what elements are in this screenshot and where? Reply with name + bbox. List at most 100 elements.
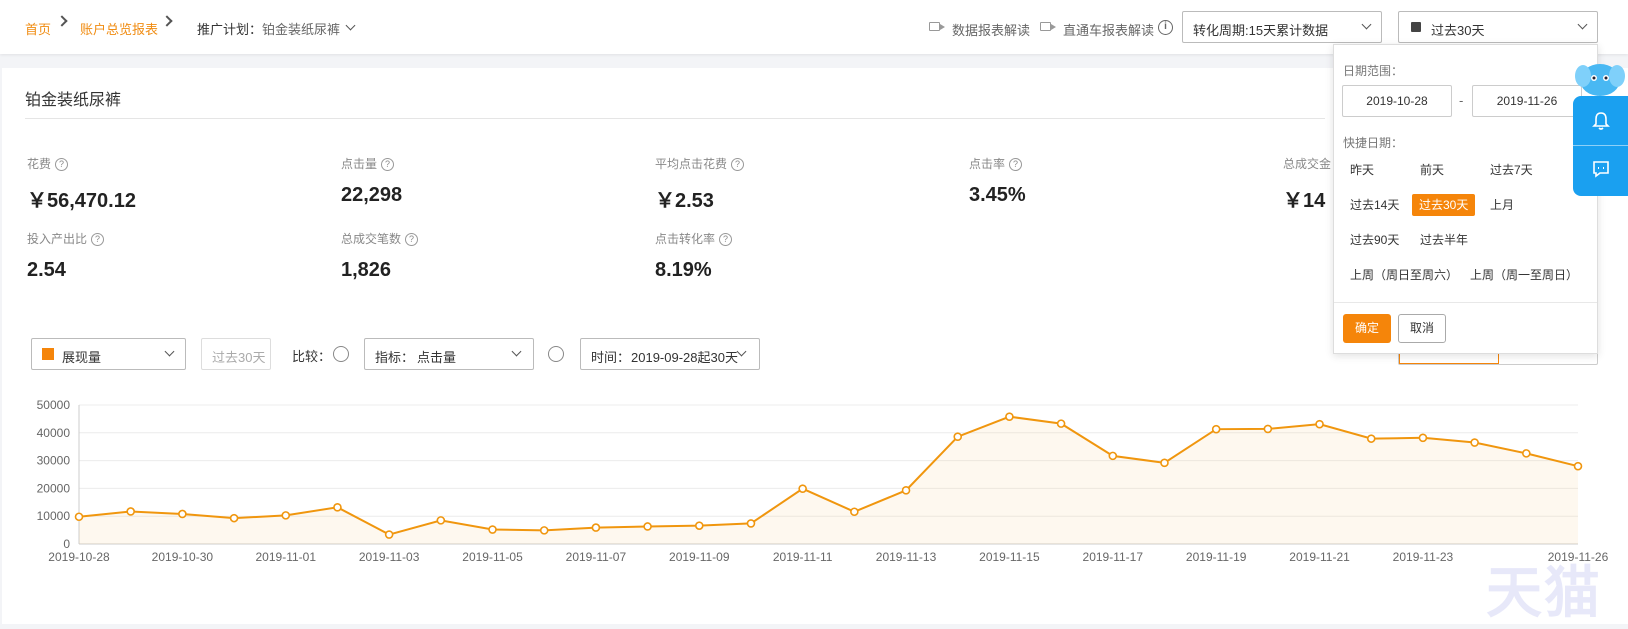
kpi-label: 点击转化率? [655, 230, 733, 247]
kpi-label: 平均点击花费? [655, 155, 745, 172]
data-point [1573, 461, 1583, 471]
x-tick-label: 2019-11-11 [773, 550, 833, 564]
data-point [746, 519, 756, 528]
data-point [1108, 451, 1118, 461]
side-float-panel [1573, 96, 1628, 196]
divider [25, 118, 1325, 119]
cancel-button[interactable]: 取消 [1398, 314, 1446, 343]
kpi-label: 花费? [27, 155, 69, 172]
kpi-value: 8.19% [655, 259, 712, 281]
quick-14days[interactable]: 过去14天 [1343, 194, 1406, 216]
breadcrumb-report[interactable]: 账户总览报表 [80, 19, 158, 38]
ztc-report-link[interactable]: 直通车报表解读 [1063, 20, 1154, 39]
data-point [178, 509, 187, 519]
data-point [1263, 424, 1273, 434]
kpi-value: 1,826 [341, 259, 392, 281]
x-tick-label: 2019-11-23 [1393, 550, 1454, 564]
range-tag-text: 过去30天 [212, 350, 266, 365]
quick-90days[interactable]: 过去90天 [1343, 229, 1406, 251]
data-point [591, 523, 601, 532]
x-tick-label: 2019-11-01 [256, 550, 317, 564]
kpi-label: 点击量? [341, 155, 395, 172]
index-value: 点击量 [417, 350, 457, 365]
quick-half-year[interactable]: 过去半年 [1413, 229, 1475, 251]
calendar-icon [1411, 22, 1421, 32]
x-tick-label: 2019-10-28 [48, 550, 110, 564]
quick-last-month[interactable]: 上月 [1483, 194, 1521, 216]
quick-7days[interactable]: 过去7天 [1483, 159, 1540, 181]
divider [1334, 302, 1597, 303]
kpi-label-text: 点击量 [341, 157, 378, 171]
quick-last-week-mon[interactable]: 上周（周一至周日） [1463, 264, 1585, 286]
time-compare-radio[interactable] [548, 346, 564, 362]
x-tick-label: 2019-11-17 [1083, 550, 1144, 564]
data-point [126, 507, 135, 516]
help-icon[interactable]: ? [381, 158, 395, 172]
kpi-label: 总成交笔数? [341, 230, 419, 247]
chevron-down-icon [511, 346, 522, 357]
start-date-input[interactable]: 2019-10-28 [1342, 85, 1452, 117]
breadcrumb-plan-label: 推广计划： [197, 22, 263, 37]
end-date-input[interactable]: 2019-11-26 [1472, 85, 1582, 117]
chat-icon[interactable] [1591, 159, 1611, 179]
data-point [694, 521, 704, 530]
compare-radio[interactable] [333, 346, 349, 362]
x-tick-label: 2019-11-07 [566, 550, 627, 564]
quick-yesterday[interactable]: 昨天 [1343, 159, 1381, 181]
series-area [79, 416, 1578, 544]
help-icon[interactable]: ? [719, 233, 733, 247]
x-tick-label: 2019-11-19 [1186, 550, 1247, 564]
video-icon [1040, 22, 1056, 31]
help-icon[interactable]: ? [91, 233, 105, 247]
help-icon[interactable]: ? [55, 158, 69, 172]
cycle-select[interactable]: 转化周期:15天累计数据 [1182, 11, 1382, 43]
data-point [436, 516, 446, 525]
help-icon[interactable]: ? [731, 158, 745, 172]
chevron-down-icon [1577, 19, 1588, 30]
time-select[interactable]: 时间： 2019-09-28起30天 [580, 338, 760, 370]
kpi-label-text: 投入产出比 [27, 232, 88, 246]
y-tick-label: 10000 [37, 509, 71, 523]
time-label: 时间： [591, 350, 631, 365]
kpi-value: 2.54 [27, 259, 66, 281]
data-report-link[interactable]: 数据报表解读 [952, 20, 1030, 39]
quick-30days[interactable]: 过去30天 [1412, 194, 1476, 216]
compare-label: 比较： [292, 349, 332, 364]
help-icon[interactable]: ? [1009, 158, 1023, 172]
index-select[interactable]: 指标： 点击量 [364, 338, 534, 370]
y-tick-label: 20000 [37, 481, 71, 495]
x-tick-label: 2019-11-15 [979, 550, 1040, 564]
quick-last-week-sun[interactable]: 上周（周日至周六） [1343, 264, 1465, 286]
date-select[interactable]: 过去30天 [1398, 11, 1598, 43]
chevron-down-icon [164, 346, 175, 357]
y-tick-label: 0 [63, 537, 70, 551]
range-tag[interactable]: 过去30天 [201, 338, 271, 370]
mascot-icon[interactable] [1575, 58, 1625, 98]
chevron-down-icon [736, 346, 747, 357]
data-point [74, 512, 84, 522]
data-point [1005, 412, 1014, 421]
info-icon[interactable]: i [1158, 20, 1173, 35]
data-point [333, 503, 342, 512]
x-tick-label: 2019-11-13 [876, 550, 937, 564]
data-point [229, 513, 239, 523]
data-point [901, 486, 911, 495]
data-point [1522, 449, 1531, 458]
breadcrumb-plan-value[interactable]: 铂金装纸尿裤 [262, 19, 340, 38]
data-point [1418, 433, 1428, 443]
kpi-value: 22,298 [341, 184, 403, 206]
bell-icon[interactable] [1592, 111, 1610, 131]
help-icon[interactable]: ? [405, 233, 419, 247]
data-point [1211, 424, 1221, 434]
x-tick-label: 2019-11-03 [359, 550, 420, 564]
confirm-button[interactable]: 确定 [1343, 314, 1391, 343]
metric-select[interactable]: 展现量 [31, 338, 186, 370]
kpi-label-text: 点击转化率 [655, 232, 716, 246]
kpi-value: ￥2.53 [655, 190, 714, 212]
quick-day-before[interactable]: 前天 [1413, 159, 1451, 181]
cycle-select-value: 转化周期:15天累计数据 [1193, 23, 1329, 38]
video-icon [929, 22, 945, 31]
breadcrumb-home[interactable]: 首页 [25, 19, 51, 38]
impressions-chart: 0 10000 20000 30000 40000 50000 2019-10-28 2019… [37, 398, 1609, 564]
date-select-value: 过去30天 [1431, 23, 1485, 38]
